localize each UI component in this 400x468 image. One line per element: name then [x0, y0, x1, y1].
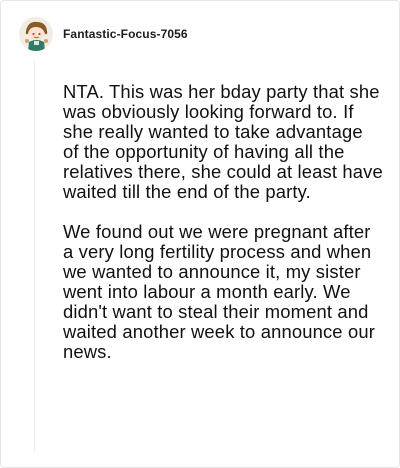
user-avatar-icon[interactable] [19, 17, 53, 51]
thread-line[interactable] [34, 61, 35, 453]
comment-paragraph: We found out we were pregnant after a ve… [63, 221, 375, 362]
comment-paragraph: NTA. This was her bday party that she wa… [63, 81, 383, 202]
comment-card: Fantastic-Focus-7056 NTA. This was her b… [0, 0, 400, 468]
comment-header: Fantastic-Focus-7056 [19, 14, 188, 54]
username-link[interactable]: Fantastic-Focus-7056 [63, 27, 188, 41]
comment-body: NTA. This was her bday party that she wa… [63, 82, 383, 362]
snoo-avatar-icon [19, 17, 53, 51]
